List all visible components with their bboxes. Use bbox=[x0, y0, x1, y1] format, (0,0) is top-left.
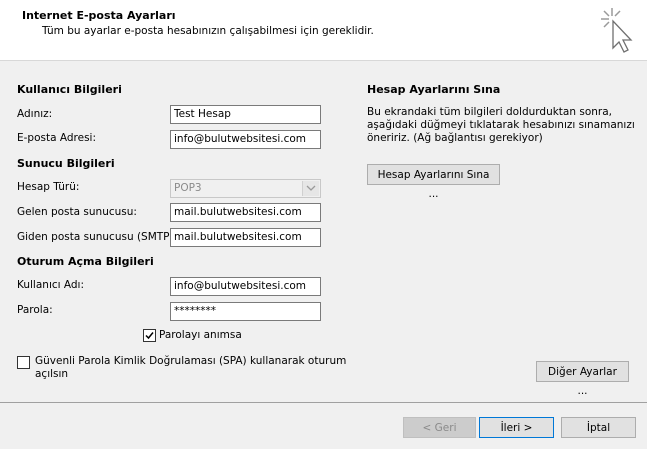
incoming-server-label: Gelen posta sunucusu: bbox=[17, 206, 137, 218]
test-settings-section-title: Hesap Ayarlarını Sına bbox=[367, 83, 501, 96]
name-label: Adınız: bbox=[17, 108, 53, 120]
logon-info-section-title: Oturum Açma Bilgileri bbox=[17, 255, 154, 268]
dialog-header: Internet E-posta Ayarları Tüm bu ayarlar… bbox=[0, 0, 647, 61]
outgoing-server-input[interactable]: mail.bulutwebsitesi.com bbox=[170, 228, 321, 247]
password-input[interactable]: ******** bbox=[170, 302, 321, 321]
header-subtitle: Tüm bu ayarlar e-posta hesabınızın çalış… bbox=[42, 25, 374, 37]
cancel-button[interactable]: İptal bbox=[561, 417, 636, 438]
spa-checkbox[interactable] bbox=[17, 356, 30, 369]
wizard-cursor-sparkle-icon bbox=[601, 8, 633, 53]
account-type-select[interactable]: POP3 bbox=[170, 179, 321, 198]
more-settings-button[interactable]: Diğer Ayarlar ... bbox=[536, 361, 629, 397]
incoming-server-input[interactable]: mail.bulutwebsitesi.com bbox=[170, 203, 321, 222]
user-info-section-title: Kullanıcı Bilgileri bbox=[17, 83, 122, 96]
checkmark-icon bbox=[145, 332, 154, 340]
name-input[interactable]: Test Hesap bbox=[170, 105, 321, 124]
spa-label-line2: açılsın bbox=[35, 368, 69, 380]
email-label: E-posta Adresi: bbox=[17, 132, 97, 144]
username-input[interactable]: info@bulutwebsitesi.com bbox=[170, 277, 321, 296]
server-info-section-title: Sunucu Bilgileri bbox=[17, 157, 115, 170]
header-title: Internet E-posta Ayarları bbox=[22, 9, 176, 22]
back-button[interactable]: < Geri bbox=[403, 417, 476, 438]
footer-separator bbox=[0, 402, 647, 403]
test-account-settings-button[interactable]: Hesap Ayarlarını Sına ... bbox=[367, 164, 500, 200]
chevron-down-icon bbox=[302, 181, 319, 196]
email-input[interactable]: info@bulutwebsitesi.com bbox=[170, 130, 321, 149]
account-type-value: POP3 bbox=[174, 182, 202, 194]
test-settings-description: Bu ekrandaki tüm bilgileri doldurduktan … bbox=[367, 106, 635, 144]
outgoing-server-label: Giden posta sunucusu (SMTP): bbox=[17, 231, 178, 243]
next-button[interactable]: İleri > bbox=[479, 417, 554, 438]
remember-password-label: Parolayı anımsa bbox=[159, 329, 242, 341]
account-type-label: Hesap Türü: bbox=[17, 181, 80, 193]
remember-password-checkbox[interactable] bbox=[143, 329, 156, 342]
password-label: Parola: bbox=[17, 304, 53, 316]
spa-label-line1: Güvenli Parola Kimlik Doğrulaması (SPA) … bbox=[35, 355, 347, 367]
username-label: Kullanıcı Adı: bbox=[17, 279, 85, 291]
